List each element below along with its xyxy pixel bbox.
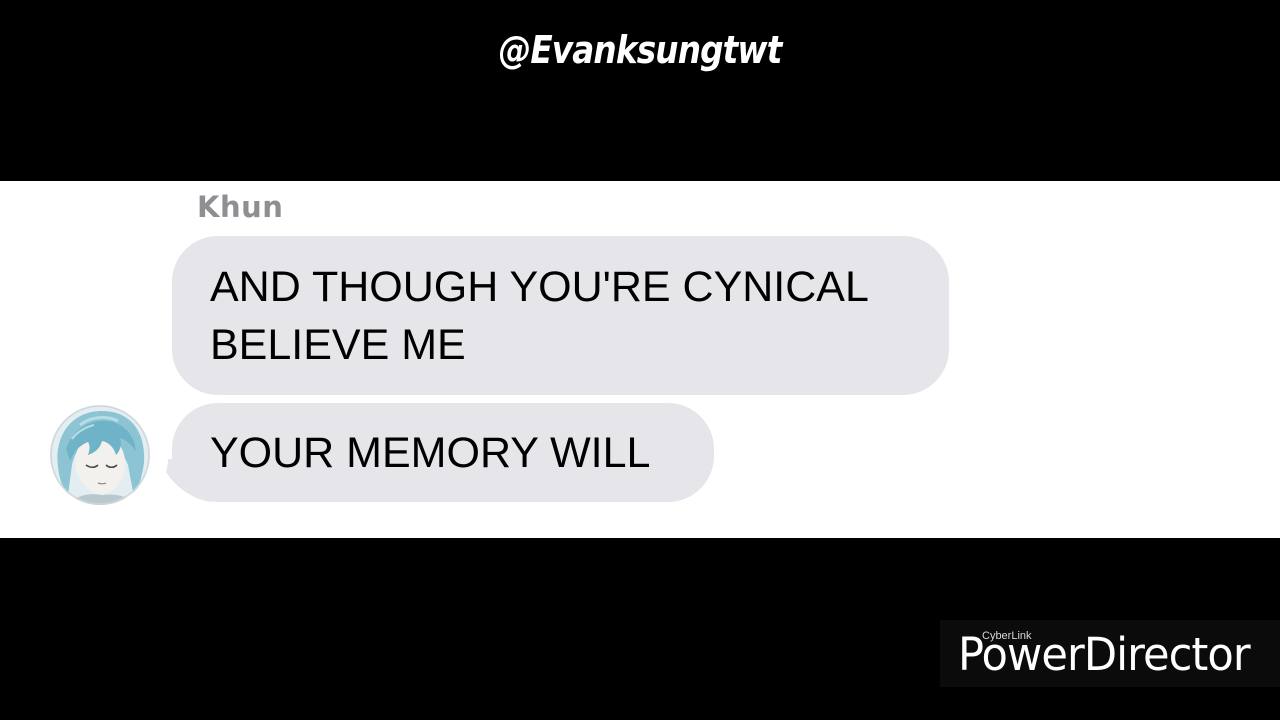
video-frame: @Evanksungtwt Khun AND THOUGH YOU'RE CYN…	[0, 0, 1280, 720]
watermark: PowerDirector CyberLink	[940, 620, 1280, 687]
message-line: AND THOUGH YOU'RE CYNICAL	[210, 263, 869, 311]
chat-panel: Khun AND THOUGH YOU'RE CYNICAL BELIEVE M…	[0, 181, 1280, 538]
message-bubble: AND THOUGH YOU'RE CYNICAL BELIEVE ME	[172, 236, 949, 395]
character-avatar-icon[interactable]	[50, 405, 150, 505]
message-bubble: YOUR MEMORY WILL	[172, 403, 714, 502]
message-line: YOUR MEMORY WILL	[210, 429, 651, 477]
twitter-handle: @Evanksungtwt	[498, 28, 783, 72]
watermark-brand: CyberLink	[982, 630, 1032, 642]
message-line: BELIEVE ME	[210, 321, 466, 369]
sender-name: Khun	[197, 190, 284, 224]
